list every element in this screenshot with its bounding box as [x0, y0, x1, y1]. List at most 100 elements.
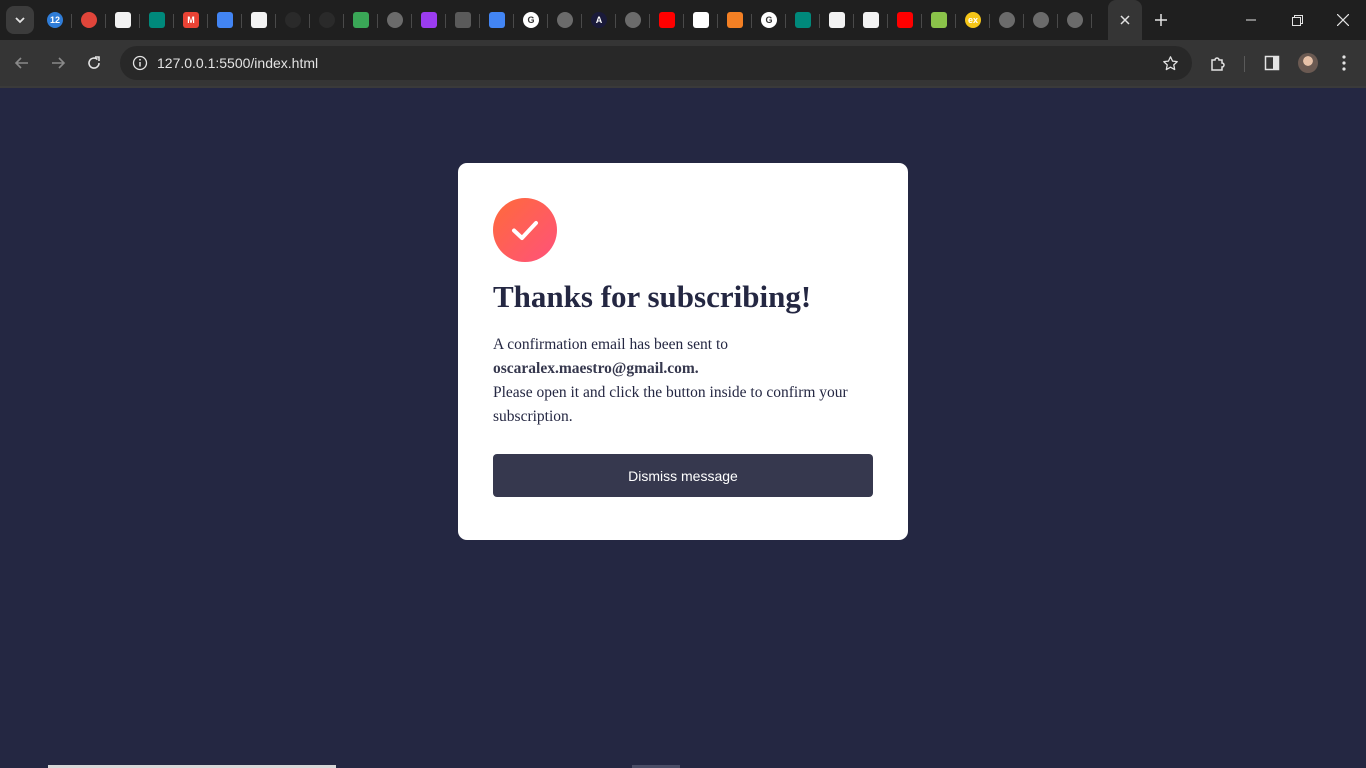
restore-icon — [1291, 14, 1303, 26]
pinned-tab[interactable] — [990, 4, 1024, 36]
browser-toolbar: 127.0.0.1:5500/index.html — [0, 40, 1366, 86]
reload-icon — [88, 56, 100, 69]
globe-icon — [999, 12, 1015, 28]
figma-icon — [455, 12, 471, 28]
star-icon — [1162, 55, 1178, 70]
reload-button[interactable] — [78, 47, 110, 79]
pinned-tab[interactable] — [854, 4, 888, 36]
google-icon: G — [761, 12, 777, 28]
minimize-button[interactable] — [1228, 0, 1274, 40]
globe-icon — [1033, 12, 1049, 28]
pinned-tab[interactable] — [888, 4, 922, 36]
pinned-tab[interactable] — [72, 4, 106, 36]
pinned-tab[interactable]: 12 — [38, 4, 72, 36]
pinned-tab[interactable] — [276, 4, 310, 36]
address-bar[interactable]: 127.0.0.1:5500/index.html — [120, 46, 1192, 80]
pinned-tab[interactable] — [922, 4, 956, 36]
kebab-menu-icon — [1342, 55, 1346, 71]
blank-page-icon — [863, 12, 879, 28]
badge-12-icon: 12 — [47, 12, 63, 28]
url-text[interactable]: 127.0.0.1:5500/index.html — [157, 55, 318, 71]
pinned-tab[interactable] — [344, 4, 378, 36]
profile-button[interactable] — [1292, 47, 1324, 79]
pinned-tab[interactable] — [786, 4, 820, 36]
pinned-tab[interactable] — [1058, 4, 1092, 36]
page-title: Thanks for subscribing! — [493, 279, 812, 314]
pinned-tab[interactable] — [378, 4, 412, 36]
gmail-icon: M — [183, 12, 199, 28]
globe-icon — [1067, 12, 1083, 28]
toolbar-divider — [1244, 56, 1245, 72]
toolbar-border — [0, 86, 1366, 88]
pinned-tab[interactable] — [820, 4, 854, 36]
pinned-tab[interactable]: G — [514, 4, 548, 36]
success-badge — [493, 198, 557, 262]
new-tab-button[interactable] — [1148, 8, 1174, 32]
pinned-tab[interactable] — [140, 4, 174, 36]
dismiss-button[interactable]: Dismiss message — [493, 454, 873, 497]
cube-icon — [421, 12, 437, 28]
blank-page-icon — [829, 12, 845, 28]
side-panel-button[interactable] — [1256, 47, 1288, 79]
youtube-icon — [897, 12, 913, 28]
pinned-tab[interactable] — [616, 4, 650, 36]
pinned-tab[interactable]: A — [582, 4, 616, 36]
blank-page-icon — [251, 12, 267, 28]
pinned-tab[interactable] — [446, 4, 480, 36]
checkmark-icon — [512, 221, 538, 240]
pinned-tab[interactable] — [548, 4, 582, 36]
blank-page-icon — [115, 12, 131, 28]
pinned-tab[interactable] — [242, 4, 276, 36]
codepen-icon — [693, 12, 709, 28]
back-button[interactable] — [6, 47, 38, 79]
info-icon — [132, 55, 148, 71]
github-icon — [285, 12, 301, 28]
pinned-tab[interactable] — [684, 4, 718, 36]
menu-button[interactable] — [1328, 47, 1360, 79]
chevron-down-icon — [15, 17, 25, 24]
pinned-tab[interactable]: M — [174, 4, 208, 36]
download-arrow-icon — [931, 12, 947, 28]
pinned-tab[interactable] — [480, 4, 514, 36]
close-tab-icon[interactable] — [1120, 15, 1130, 25]
google-docs-icon — [217, 12, 233, 28]
pinned-tab[interactable] — [106, 4, 140, 36]
arrow-right-icon — [52, 57, 66, 69]
google-docs-icon — [489, 12, 505, 28]
globe-icon — [625, 12, 641, 28]
pinned-tab[interactable] — [1024, 4, 1058, 36]
active-tab[interactable] — [1108, 0, 1142, 40]
bookmark-button[interactable] — [1158, 51, 1182, 75]
tab-search-button[interactable] — [6, 6, 34, 34]
restore-button[interactable] — [1274, 0, 1320, 40]
google-meet-icon — [149, 12, 165, 28]
pinned-tab[interactable] — [718, 4, 752, 36]
success-card: Thanks for subscribing! A confirmation e… — [458, 163, 908, 540]
message-line-1: A confirmation email has been sent to — [493, 336, 729, 353]
youtube-icon — [659, 12, 675, 28]
stackoverflow-icon — [727, 12, 743, 28]
ex-badge-icon: ex — [965, 12, 981, 28]
puzzle-icon — [1211, 57, 1225, 71]
extensions-button[interactable] — [1202, 47, 1234, 79]
forward-button[interactable] — [42, 47, 74, 79]
angular-icon: A — [591, 12, 607, 28]
github-icon — [319, 12, 335, 28]
arrow-left-icon — [14, 57, 28, 69]
globe-icon — [557, 12, 573, 28]
message-line-2: Please open it and click the button insi… — [493, 384, 848, 425]
pinned-tab[interactable]: G — [752, 4, 786, 36]
pinned-tab[interactable]: ex — [956, 4, 990, 36]
tab-separator — [1091, 14, 1092, 28]
confirmation-message: A confirmation email has been sent to os… — [493, 333, 875, 429]
close-icon — [1337, 14, 1349, 26]
avatar — [1298, 53, 1318, 73]
google-chrome-record-icon — [81, 12, 97, 28]
site-info-button[interactable] — [128, 51, 152, 75]
pinned-tab[interactable] — [650, 4, 684, 36]
close-window-button[interactable] — [1320, 0, 1366, 40]
pinned-tab[interactable] — [208, 4, 242, 36]
translate-icon — [353, 12, 369, 28]
pinned-tab[interactable] — [310, 4, 344, 36]
pinned-tab[interactable] — [412, 4, 446, 36]
